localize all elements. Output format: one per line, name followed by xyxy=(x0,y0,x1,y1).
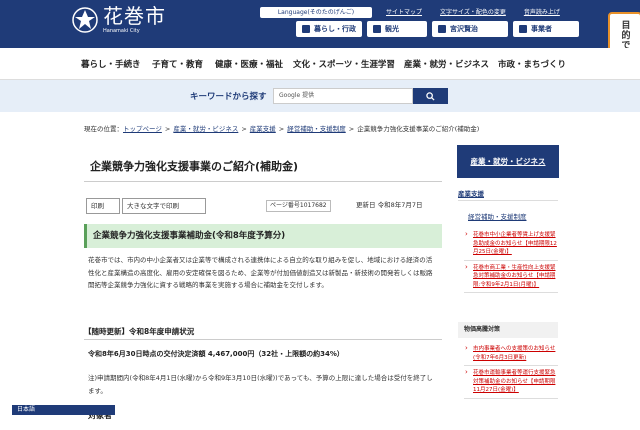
sidebar-section-label: 物価高騰対策 xyxy=(458,322,558,338)
search-button[interactable] xyxy=(413,88,448,104)
sidebar-news-item[interactable]: 市内事業者への支援策のお知らせ(令和7年6月3日更新) xyxy=(464,342,558,366)
logo-name: 花巻市 xyxy=(103,4,166,28)
nav-item-health[interactable]: 健康・医療・福祉 xyxy=(215,58,283,70)
search-input[interactable]: Google 提供 xyxy=(273,88,413,104)
status-heading: 【随時更新】令和8年度申請状況 xyxy=(84,324,442,340)
language-button[interactable]: Language(そのたのげんご) xyxy=(260,7,372,18)
category-buttons: 暮らし・行政 観光 宮沢賢治 事業者 xyxy=(296,21,579,37)
breadcrumb-prefix: 現在の位置： xyxy=(84,125,123,133)
nav-item-childcare[interactable]: 子育て・教育 xyxy=(152,58,203,70)
category-button-kenji[interactable]: 宮沢賢治 xyxy=(432,21,508,37)
home-icon xyxy=(302,25,310,33)
sitemap-link[interactable]: サイトマップ xyxy=(386,7,422,18)
city-emblem-icon xyxy=(72,7,98,33)
category-label: 事業者 xyxy=(531,25,552,33)
breadcrumb-link-subsidy[interactable]: 経営補助・支援制度 xyxy=(287,125,346,133)
search-icon xyxy=(426,91,435,101)
search-band: キーワードから探す Google 提供 xyxy=(0,80,640,112)
sidebar-heading[interactable]: 産業・就労・ビジネス xyxy=(457,145,559,178)
language-bar[interactable]: 日本語 xyxy=(12,405,115,415)
sidebar-news-item[interactable]: 花巻市中小企業者等賃上げ支援緊急助成金のお知らせ【申請期限12月25日(金曜)】 xyxy=(464,228,558,261)
category-button-living[interactable]: 暮らし・行政 xyxy=(296,21,362,37)
nav-item-living[interactable]: 暮らし・手続き xyxy=(81,58,141,70)
global-nav: 暮らし・手続き 子育て・教育 健康・医療・福祉 文化・スポーツ・生涯学習 産業・… xyxy=(0,48,640,80)
breadcrumb-current: 企業競争力強化支援事業のご紹介(補助金) xyxy=(357,125,480,133)
sidebar-category-support[interactable]: 産業支援 xyxy=(458,188,558,198)
utility-links: サイトマップ 文字サイズ・配色の変更 音声読み上げ xyxy=(386,7,560,18)
application-note: 注)申請期間内(令和8年4月1日(水曜)から令和9年3月10日(水曜))であって… xyxy=(88,374,433,395)
sidebar-news-list-2: 市内事業者への支援策のお知らせ(令和7年6月3日更新) 花巻市運輸事業者等運行支… xyxy=(464,342,558,399)
nav-item-city[interactable]: 市政・まちづくり xyxy=(498,58,566,70)
camera-icon xyxy=(373,25,381,33)
site-header: 花巻市 Hanamaki City Language(そのたのげんご) サイトマ… xyxy=(0,0,640,48)
page-title: 企業競争力強化支援事業のご紹介(補助金) xyxy=(84,152,442,182)
breadcrumb-link-support[interactable]: 産業支援 xyxy=(250,125,276,133)
page-tools: 印刷 大きな文字で印刷 ページ番号1017682 更新日 令和8年7月7日 xyxy=(84,198,442,214)
book-icon xyxy=(438,25,446,33)
sidebar-news-item[interactable]: 花巻市運輸事業者等運行支援緊急対策補助金のお知らせ【申請期限11月27日(金曜)… xyxy=(464,366,558,399)
updated-date: 更新日 令和8年7月7日 xyxy=(356,201,423,209)
category-label: 暮らし・行政 xyxy=(314,25,356,33)
section-body: 花巻市では、市内の中小企業者又は企業等で構成される連携体による自立的な取り組みを… xyxy=(88,256,433,289)
category-button-tourism[interactable]: 観光 xyxy=(367,21,427,37)
breadcrumb-link-industry[interactable]: 産業・就労・ビジネス xyxy=(173,125,238,133)
status-line: 令和8年6月30日時点の交付決定済額 4,467,000円（32社・上限額の約3… xyxy=(88,350,344,358)
category-button-business[interactable]: 事業者 xyxy=(513,21,579,37)
category-label: 宮沢賢治 xyxy=(450,25,478,33)
person-icon xyxy=(519,25,527,33)
nav-item-industry[interactable]: 産業・就労・ビジネス xyxy=(404,58,489,70)
logo-english: Hanamaki City xyxy=(103,28,140,34)
large-print-button[interactable]: 大きな文字で印刷 xyxy=(122,198,206,214)
nav-item-culture[interactable]: 文化・スポーツ・生涯学習 xyxy=(293,58,395,70)
sidebar-divider xyxy=(458,200,558,201)
site-logo[interactable]: 花巻市 Hanamaki City xyxy=(72,6,166,34)
breadcrumb-separator: > xyxy=(278,125,285,133)
print-button[interactable]: 印刷 xyxy=(86,198,120,214)
section-heading: 企業競争力強化支援事業補助金(令和8年度予算分) xyxy=(84,224,442,248)
sidebar-link-subsidy[interactable]: 経営補助・支援制度 xyxy=(468,211,558,221)
breadcrumb-separator: > xyxy=(164,125,171,133)
category-label: 観光 xyxy=(385,25,399,33)
breadcrumb-separator: > xyxy=(348,125,355,133)
breadcrumb: 現在の位置：トップページ > 産業・就労・ビジネス > 産業支援 > 経営補助・支援制度 > 企… xyxy=(84,123,479,133)
read-aloud-link[interactable]: 音声読み上げ xyxy=(524,7,560,18)
breadcrumb-separator: > xyxy=(241,125,247,133)
page-number: ページ番号1017682 xyxy=(266,200,331,212)
breadcrumb-link-top[interactable]: トップページ xyxy=(123,125,162,133)
sidebar-news-item[interactable]: 花巻市商工業・生産性向上支援緊急対策補助金のお知らせ【申請期限:令和9年2月1日… xyxy=(464,261,558,293)
sidebar-news-list-1: 花巻市中小企業者等賃上げ支援緊急助成金のお知らせ【申請期限12月25日(金曜)】… xyxy=(464,228,558,293)
text-size-color-link[interactable]: 文字サイズ・配色の変更 xyxy=(440,7,506,18)
keyword-search-label: キーワードから探す xyxy=(190,92,267,102)
